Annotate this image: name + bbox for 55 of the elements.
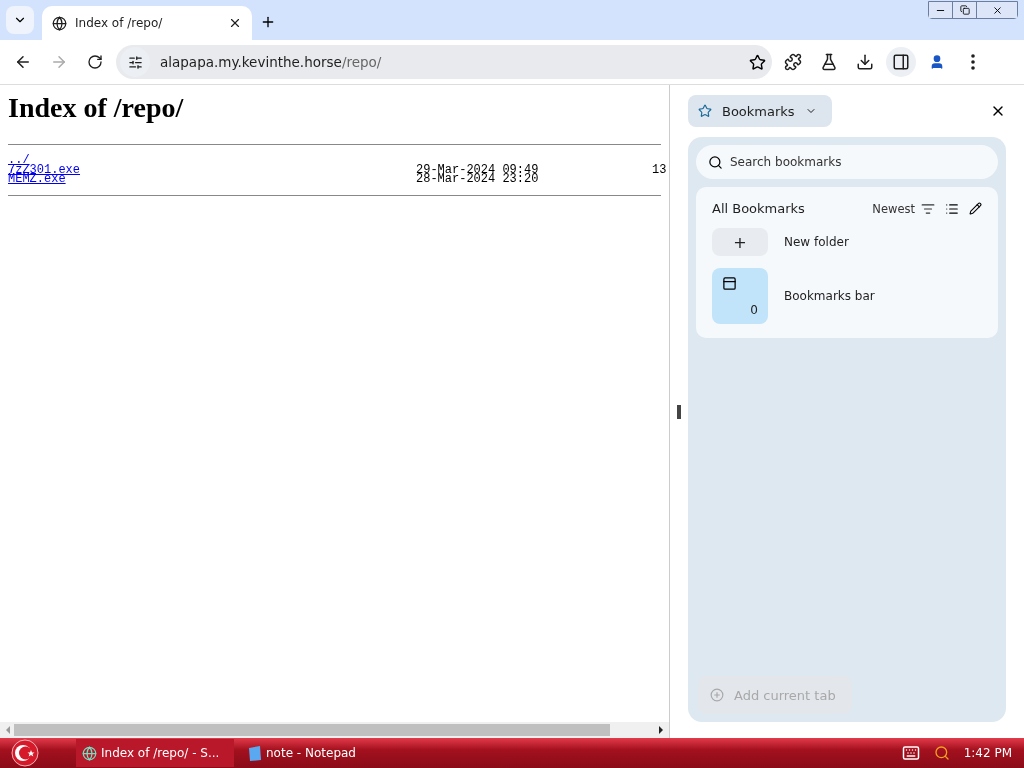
search-icon [708, 155, 723, 170]
url-text: alapapa.my.kevinthe.horse/repo/ [160, 54, 383, 70]
search-field[interactable]: Search bookmarks [696, 145, 998, 179]
tab-title: Index of /repo/ [75, 16, 164, 30]
item-label: New folder [784, 235, 849, 249]
page-heading: Index of /repo/ [8, 92, 185, 124]
pencil-icon [969, 202, 982, 215]
restore-icon [959, 5, 970, 15]
user-icon [929, 54, 945, 70]
folder-tile[interactable]: 0 [712, 268, 768, 324]
clock: 1:42 PM [963, 746, 1012, 760]
sliders-icon [127, 54, 143, 70]
notepad-icon [248, 745, 262, 761]
new-folder-button[interactable]: + [712, 228, 768, 256]
taskbar-item[interactable]: Index of /repo/ - S... [76, 739, 234, 767]
menu-icon [971, 54, 975, 70]
side-panel-button[interactable] [886, 47, 916, 77]
keyboard-icon[interactable] [901, 744, 920, 762]
forward-arrow-icon [50, 53, 68, 71]
file-date: 29-Mar-2024 09:49 [416, 165, 539, 175]
folder-icon [722, 275, 737, 291]
list-view-button[interactable] [945, 201, 959, 216]
filter-icon [921, 201, 935, 216]
search-icon[interactable] [933, 745, 950, 761]
globe-icon [82, 745, 97, 761]
address-bar[interactable]: alapapa.my.kevinthe.horse/repo/ [116, 45, 772, 79]
minimize-button[interactable] [929, 2, 953, 18]
close-icon[interactable] [228, 16, 242, 30]
close-icon [991, 4, 1003, 16]
plus-icon [260, 14, 276, 30]
file-link[interactable]: 7zZ301.exe [8, 165, 80, 175]
taskbar-item[interactable]: note - Notepad [242, 739, 400, 767]
globe-icon [52, 15, 67, 31]
edit-button[interactable] [969, 202, 982, 215]
list-icon [945, 201, 959, 216]
reload-icon [87, 54, 103, 70]
file-size: 13 [652, 165, 667, 175]
browser-tab[interactable]: Index of /repo/ [42, 6, 252, 40]
crescent-logo [10, 739, 40, 767]
puzzle-icon [784, 53, 802, 71]
resize-handle[interactable] [677, 404, 681, 419]
plus-circle-icon [710, 688, 724, 702]
panel-picker[interactable]: Bookmarks [688, 95, 832, 127]
flask-icon [820, 53, 838, 71]
section-title: All Bookmarks [712, 201, 806, 216]
sort-button[interactable]: Newest [872, 201, 935, 216]
download-icon [856, 53, 874, 71]
file-link[interactable]: MEMZ.exe [8, 175, 66, 185]
star-icon [698, 104, 712, 118]
site-info-button[interactable] [120, 47, 150, 77]
star-icon[interactable] [749, 53, 766, 71]
restore-button[interactable] [953, 2, 977, 18]
folder-label[interactable]: Bookmarks bar [784, 289, 875, 303]
side-panel-icon [892, 53, 910, 71]
scrollbar-thumb[interactable] [14, 724, 610, 736]
